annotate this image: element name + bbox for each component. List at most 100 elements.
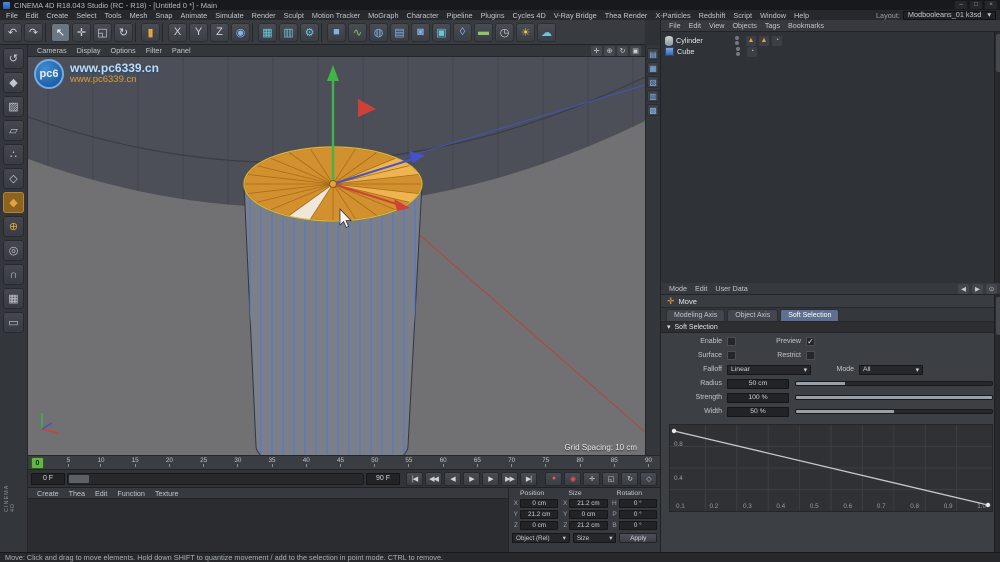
menu-item[interactable]: Script (729, 11, 756, 20)
menu-item[interactable]: V-Ray Bridge (550, 11, 601, 20)
width-field[interactable]: 50 % (727, 406, 789, 417)
size-y-field[interactable]: 0 cm (569, 510, 608, 519)
viewport-menu-item[interactable]: Options (106, 46, 141, 55)
phong-tag-icon[interactable]: ◔ (747, 46, 757, 57)
points-mode-button[interactable]: ∴ (3, 144, 24, 165)
maximize-view-icon[interactable]: ▣ (630, 45, 641, 56)
scale-tool[interactable]: ◱ (93, 22, 112, 42)
last-tool-cylinder[interactable]: ▮ (141, 22, 160, 42)
object-manager-menu-item[interactable]: Bookmarks (784, 21, 828, 30)
menu-item[interactable]: Plugins (477, 11, 509, 20)
menu-item[interactable]: Select (72, 11, 100, 20)
camera-object-button[interactable]: ◷ (495, 22, 514, 42)
rotate-tool[interactable]: ↻ (114, 22, 133, 42)
soft-selection-section-header[interactable]: ▾ Soft Selection (661, 322, 1000, 333)
axis-origin-handle[interactable] (329, 180, 337, 188)
phong-tag-icon[interactable]: ◔ (772, 35, 782, 46)
playhead[interactable]: 0 (31, 457, 44, 469)
enable-checkbox[interactable] (727, 337, 736, 346)
position-z-field[interactable]: 0 cm (520, 521, 559, 530)
maximize-button[interactable]: □ (970, 1, 982, 9)
menu-item[interactable]: MoGraph (364, 11, 402, 20)
material-menu-item[interactable]: Thea (64, 489, 90, 498)
falloff-select[interactable]: Linear ▾ (727, 364, 811, 375)
menu-item[interactable]: Window (756, 11, 790, 20)
spline-pen-button[interactable]: ∿ (348, 22, 367, 42)
record-scale-toggle[interactable]: ◱ (602, 471, 619, 486)
menu-item[interactable]: Create (42, 11, 72, 20)
live-selection-tool[interactable]: ↖ (51, 22, 70, 42)
current-frame-field[interactable]: 0 F (31, 472, 65, 485)
layout-select[interactable]: Modbooleans_01 k3sd ▾ (902, 10, 996, 20)
menu-item[interactable]: Simulate (211, 11, 247, 20)
redo-icon[interactable]: ↷ (24, 22, 43, 42)
model-mode-button[interactable]: ◆ (3, 72, 24, 93)
undo-icon[interactable]: ↶ (3, 22, 22, 42)
object-manager-menu-item[interactable]: Objects (728, 21, 760, 30)
menu-item[interactable]: X-Particles (651, 11, 694, 20)
render-view-button[interactable]: ▦ (258, 22, 277, 42)
menu-item[interactable]: Mesh (126, 11, 152, 20)
menu-item[interactable]: Edit (22, 11, 43, 20)
palette-layers-icon[interactable]: ▥ (647, 90, 659, 102)
object-manager-menu-item[interactable]: Edit (685, 21, 705, 30)
object-manager-menu-item[interactable]: View (705, 21, 728, 30)
play-button[interactable]: ▶ (463, 471, 480, 486)
radius-slider[interactable] (795, 381, 993, 386)
viewport-menu-item[interactable]: Display (72, 46, 106, 55)
timeline-ruler[interactable]: 051015202530354045505560657075808590 0 (28, 455, 660, 469)
rotation-h-field[interactable]: 0 ° (618, 499, 657, 508)
goto-end-button[interactable]: ▶| (520, 471, 537, 486)
rotate-view-icon[interactable]: ↻ (617, 45, 628, 56)
menu-item[interactable]: Animate (176, 11, 211, 20)
palette-content-browser-icon[interactable]: ▦ (647, 62, 659, 74)
position-x-field[interactable]: 0 cm (520, 499, 559, 508)
rotation-p-field[interactable]: 0 ° (618, 510, 657, 519)
record-parameter-toggle[interactable]: ◇ (640, 471, 657, 486)
frame-range-slider[interactable] (67, 472, 364, 485)
minimize-button[interactable]: – (955, 1, 967, 9)
pan-view-icon[interactable]: ✛ (591, 45, 602, 56)
move-tool[interactable]: ✛ (72, 22, 91, 42)
render-settings-button[interactable]: ⚙ (300, 22, 319, 42)
material-menu-item[interactable]: Texture (150, 489, 184, 498)
object-row-cube[interactable]: Cube ◔ (665, 46, 997, 57)
material-menu-item[interactable]: Function (112, 489, 150, 498)
enable-snap-button[interactable]: ∩ (3, 264, 24, 285)
primitive-cube-button[interactable]: ■ (327, 22, 346, 42)
menu-item[interactable]: Sculpt (280, 11, 308, 20)
object-row-cylinder[interactable]: Cylinder ▲ ▲ ◔ (665, 35, 997, 46)
end-frame-field[interactable]: 90 F (366, 472, 400, 485)
coordinate-system-toggle[interactable]: ◉ (231, 22, 250, 42)
mograph-cloner-button[interactable]: ▣ (432, 22, 451, 42)
object-manager-scrollbar[interactable] (994, 32, 1000, 283)
strength-field[interactable]: 100 % (727, 392, 789, 403)
lock-z-axis[interactable]: Z (210, 22, 229, 42)
edges-mode-button[interactable]: ◇ (3, 168, 24, 189)
attribute-manager-scrollbar[interactable] (994, 295, 1000, 552)
position-y-field[interactable]: 21.2 cm (520, 510, 559, 519)
array-object-button[interactable]: ▤ (390, 22, 409, 42)
menu-item[interactable]: Motion Tracker (308, 11, 364, 20)
subdivision-surface-button[interactable]: ◍ (369, 22, 388, 42)
record-keyframe-button[interactable]: ● (545, 471, 562, 486)
attribute-menu-item[interactable]: Mode (665, 284, 691, 293)
lock-icon[interactable]: ⊙ (986, 283, 997, 294)
floor-object-button[interactable]: ▬ (474, 22, 493, 42)
workplane-mode-button[interactable]: ▱ (3, 120, 24, 141)
make-editable-button[interactable]: ↺ (3, 48, 24, 69)
menu-item[interactable]: Tools (101, 11, 126, 20)
menu-item[interactable]: Render (248, 11, 280, 20)
size-x-field[interactable]: 21.2 cm (569, 499, 608, 508)
history-back-icon[interactable]: ◀ (958, 283, 969, 294)
visibility-dots[interactable] (736, 47, 740, 56)
attribute-menu-item[interactable]: Edit (691, 284, 711, 293)
menu-item[interactable]: Snap (151, 11, 176, 20)
prev-frame-button[interactable]: ◀ (444, 471, 461, 486)
object-name[interactable]: Cylinder (676, 36, 728, 45)
goto-start-button[interactable]: |◀ (406, 471, 423, 486)
polygon-selection-tag-icon[interactable]: ▲ (746, 35, 756, 46)
falloff-curve-graph[interactable]: 0.8 0.4 0.1 0.2 0.3 0.4 0.5 0.6 0.7 0.8 0.9 1.0 (669, 424, 993, 512)
material-menu-item[interactable]: Edit (90, 489, 112, 498)
tab-soft-selection[interactable]: Soft Selection (780, 309, 840, 321)
